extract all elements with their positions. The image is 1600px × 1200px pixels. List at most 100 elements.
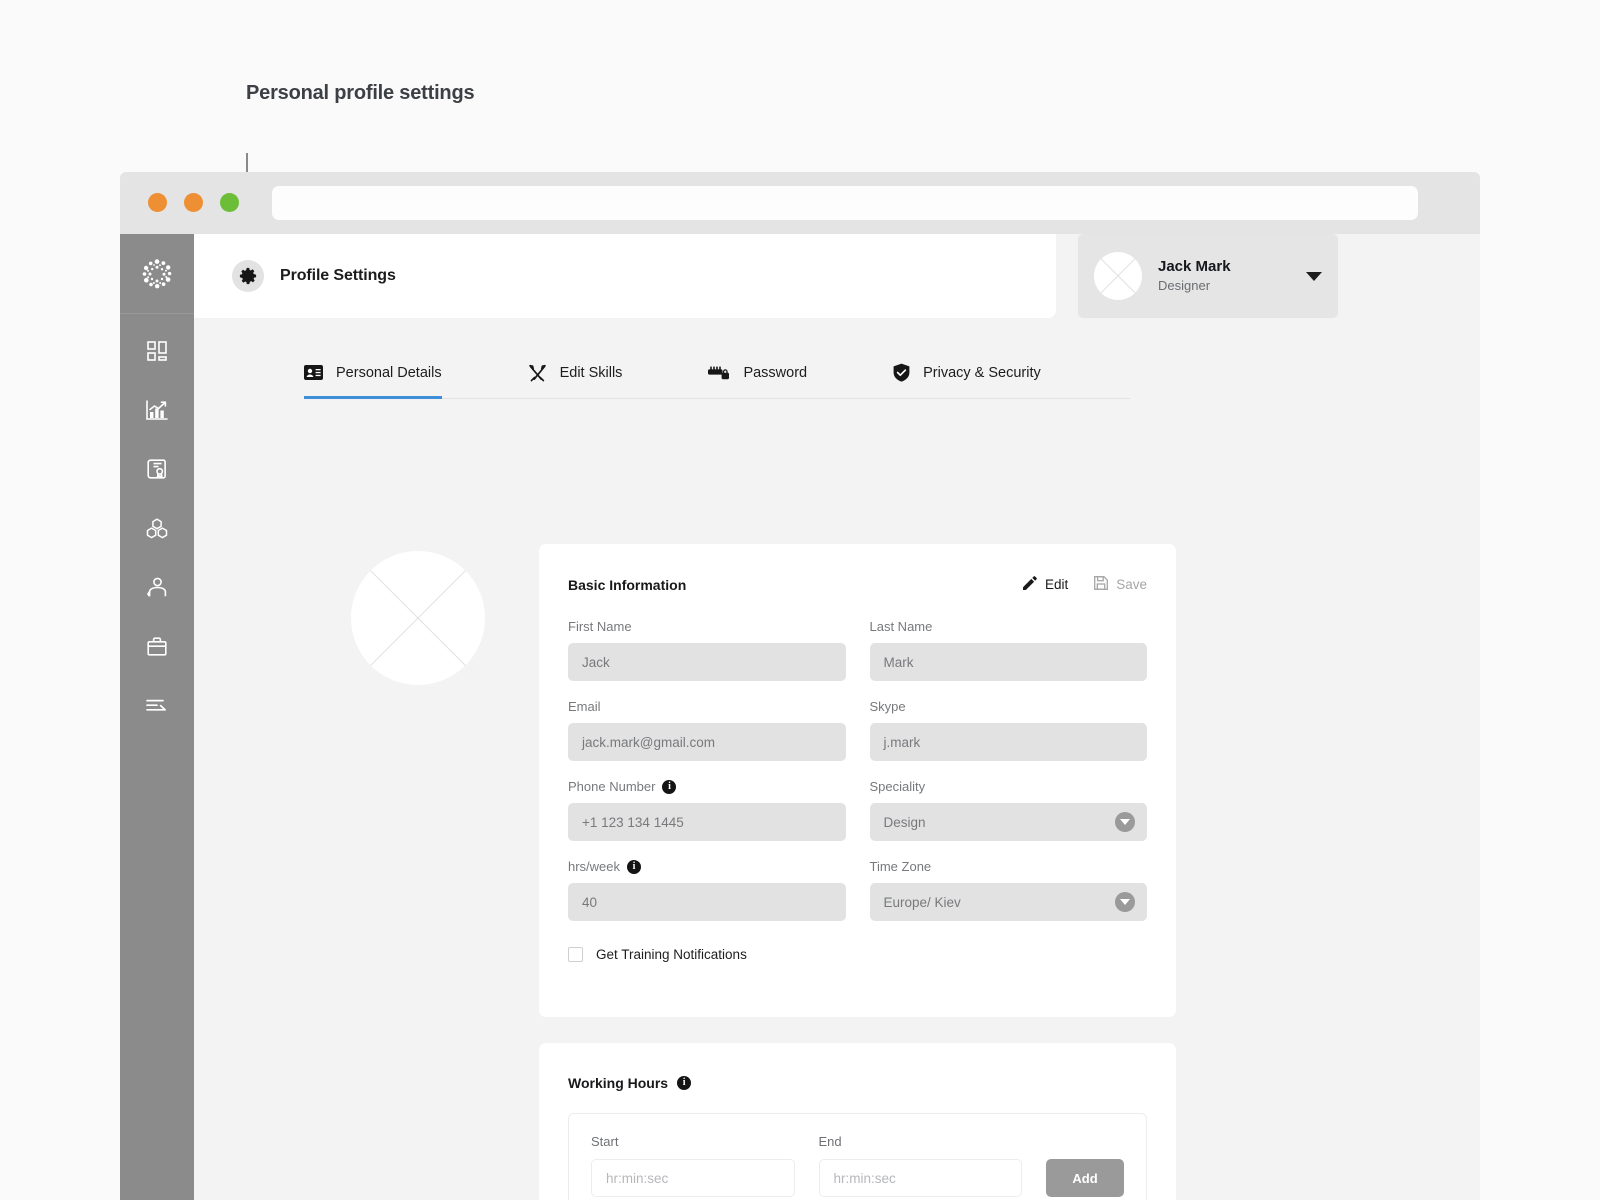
field-label: First Name bbox=[568, 619, 632, 634]
pencil-icon bbox=[1022, 576, 1037, 593]
sidebar-item-logout[interactable] bbox=[135, 690, 179, 720]
tab-privacy-security[interactable]: Privacy & Security bbox=[893, 363, 1041, 399]
app-logo[interactable] bbox=[120, 234, 194, 314]
field-value: Jack bbox=[582, 654, 610, 670]
training-notifications-checkbox[interactable] bbox=[568, 947, 583, 962]
chevron-down-icon[interactable] bbox=[1306, 271, 1322, 281]
app-window: Profile Settings Jack Mark Designer Pers… bbox=[120, 172, 1480, 1200]
sidebar-item-projects[interactable] bbox=[135, 513, 179, 543]
chevron-down-icon[interactable] bbox=[1115, 892, 1135, 912]
edit-button[interactable]: Edit bbox=[1022, 576, 1069, 593]
user-meta: Jack Mark Designer bbox=[1158, 257, 1306, 296]
profile-photo-placeholder[interactable] bbox=[351, 551, 485, 685]
field-label: Speciality bbox=[869, 779, 926, 794]
chart-growth-icon bbox=[145, 399, 169, 421]
end-placeholder: hr:min:sec bbox=[833, 1170, 896, 1186]
tab-label: Privacy & Security bbox=[923, 364, 1041, 381]
field-label: Time Zone bbox=[869, 859, 932, 874]
training-notifications-label: Get Training Notifications bbox=[596, 947, 747, 962]
person-icon bbox=[147, 576, 167, 598]
certificate-icon bbox=[146, 458, 168, 480]
floppy-disk-icon bbox=[1094, 576, 1109, 593]
key-lock-icon bbox=[708, 366, 730, 380]
tab-bar: Personal Details Edit Skills Password Pr… bbox=[304, 363, 1130, 399]
save-label: Save bbox=[1116, 577, 1147, 592]
field-skype: Skype j.mark bbox=[869, 699, 1147, 761]
field-first-name: First Name Jack bbox=[568, 619, 846, 681]
tab-edit-skills[interactable]: Edit Skills bbox=[528, 363, 622, 399]
tab-label: Password bbox=[743, 364, 808, 381]
last-name-input[interactable]: Mark bbox=[869, 643, 1147, 681]
speciality-select[interactable]: Design bbox=[869, 803, 1147, 841]
page-title: Profile Settings bbox=[280, 267, 396, 284]
sidebar-item-certificates[interactable] bbox=[135, 454, 179, 484]
basic-information-card: Basic Information Edit Save First Name J… bbox=[539, 544, 1176, 1017]
end-input[interactable]: hr:min:sec bbox=[818, 1159, 1022, 1197]
field-value: 40 bbox=[582, 894, 598, 910]
field-speciality: Speciality Design bbox=[869, 779, 1147, 841]
add-working-hours-button[interactable]: Add bbox=[1046, 1159, 1124, 1197]
avatar bbox=[1094, 252, 1142, 300]
contact-card-icon bbox=[304, 365, 323, 380]
window-controls bbox=[148, 193, 239, 212]
shield-icon bbox=[893, 363, 910, 382]
field-value: +1 123 134 1445 bbox=[582, 814, 684, 830]
phone-number-input[interactable]: +1 123 134 1445 bbox=[568, 803, 846, 841]
tab-label: Personal Details bbox=[336, 364, 442, 381]
info-icon[interactable]: i bbox=[677, 1076, 692, 1090]
info-icon[interactable]: i bbox=[627, 859, 642, 874]
sidebar-item-jobs[interactable] bbox=[135, 631, 179, 661]
working-hours-card: Working Hours i Start hr:min:sec End hr:… bbox=[539, 1043, 1176, 1200]
user-name: Jack Mark bbox=[1158, 257, 1231, 275]
page-header: Profile Settings bbox=[194, 234, 1056, 318]
annotation-text: Personal profile settings bbox=[246, 82, 475, 104]
hrs-per-week-input[interactable]: 40 bbox=[568, 883, 846, 921]
briefcase-icon bbox=[146, 636, 168, 657]
field-end: End hr:min:sec bbox=[818, 1134, 1022, 1197]
working-hours-title: Working Hours i bbox=[568, 1075, 1147, 1091]
edit-label: Edit bbox=[1044, 577, 1069, 592]
field-hrs-per-week: hrs/week i 40 bbox=[568, 859, 846, 921]
training-notifications-row: Get Training Notifications bbox=[568, 947, 1147, 962]
grid-icon bbox=[146, 340, 168, 362]
skype-input[interactable]: j.mark bbox=[869, 723, 1147, 761]
field-start: Start hr:min:sec bbox=[591, 1134, 795, 1197]
tab-password[interactable]: Password bbox=[708, 363, 807, 399]
field-value: Europe/ Kiev bbox=[883, 894, 961, 910]
field-last-name: Last Name Mark bbox=[869, 619, 1147, 681]
field-value: jack.mark@gmail.com bbox=[582, 734, 715, 750]
start-label: Start bbox=[591, 1134, 619, 1149]
user-menu[interactable]: Jack Mark Designer bbox=[1078, 234, 1338, 318]
gear-icon bbox=[232, 260, 264, 292]
logout-arrow-icon bbox=[145, 696, 169, 714]
tab-personal-details[interactable]: Personal Details bbox=[304, 363, 442, 399]
working-hours-panel: Start hr:min:sec End hr:min:sec Add bbox=[568, 1113, 1147, 1200]
close-button[interactable] bbox=[148, 193, 167, 212]
sidebar bbox=[120, 234, 194, 1200]
field-value: Mark bbox=[883, 654, 914, 670]
sidebar-item-dashboard[interactable] bbox=[135, 336, 179, 366]
field-label: Email bbox=[568, 699, 601, 714]
info-icon[interactable]: i bbox=[662, 779, 677, 794]
field-label: Phone Number bbox=[568, 779, 656, 794]
save-button[interactable]: Save bbox=[1094, 576, 1147, 593]
field-value: j.mark bbox=[883, 734, 921, 750]
address-bar[interactable] bbox=[272, 186, 1418, 220]
annotation-callout: Personal profile settings bbox=[246, 80, 546, 107]
browser-chrome bbox=[120, 172, 1480, 234]
sidebar-item-analytics[interactable] bbox=[135, 395, 179, 425]
sidebar-item-people[interactable] bbox=[135, 572, 179, 602]
chevron-down-icon[interactable] bbox=[1115, 812, 1135, 832]
basic-information-actions: Edit Save bbox=[1022, 576, 1147, 593]
maximize-button[interactable] bbox=[220, 193, 239, 212]
time-zone-select[interactable]: Europe/ Kiev bbox=[869, 883, 1147, 921]
first-name-input[interactable]: Jack bbox=[568, 643, 846, 681]
minimize-button[interactable] bbox=[184, 193, 203, 212]
field-phone-number: Phone Number i +1 123 134 1445 bbox=[568, 779, 846, 841]
start-input[interactable]: hr:min:sec bbox=[591, 1159, 795, 1197]
field-label: Skype bbox=[869, 699, 906, 714]
tools-icon bbox=[528, 364, 547, 382]
main-content: Personal Details Edit Skills Password Pr… bbox=[194, 318, 1480, 1200]
email-input[interactable]: jack.mark@gmail.com bbox=[568, 723, 846, 761]
field-value: Design bbox=[883, 814, 926, 830]
